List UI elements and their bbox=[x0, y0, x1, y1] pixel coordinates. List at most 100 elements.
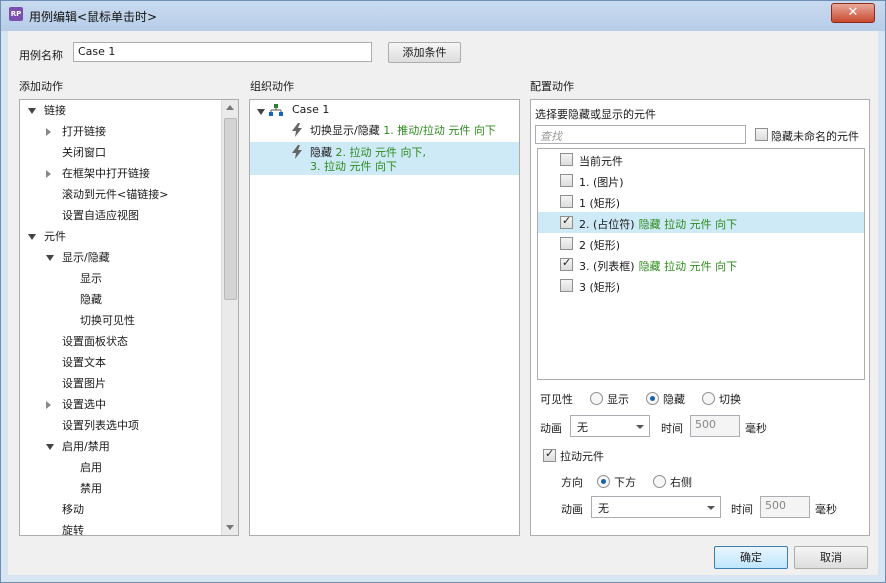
action-verb: 切换显示/隐藏 bbox=[310, 124, 380, 137]
widget-row[interactable]: 1 (矩形) bbox=[538, 191, 864, 212]
radio-selected-dot bbox=[601, 479, 606, 484]
tree-item[interactable]: 启用 bbox=[80, 458, 102, 478]
widget-row[interactable]: 2 (矩形) bbox=[538, 233, 864, 254]
configure-actions-header: 配置动作 bbox=[530, 80, 574, 93]
configure-actions-panel: 选择要隐藏或显示的元件 查找 隐藏未命名的元件 当前元件 1. (图片) 1 (矩形… bbox=[530, 99, 870, 536]
pull-time-input[interactable]: 500 bbox=[760, 496, 810, 518]
widget-row[interactable]: 1. (图片) bbox=[538, 170, 864, 191]
time-label: 时间 bbox=[661, 422, 683, 435]
widget-row[interactable]: 当前元件 bbox=[538, 149, 864, 170]
tree-item[interactable]: 切换可见性 bbox=[80, 311, 135, 331]
animate-select[interactable]: 无 bbox=[570, 415, 650, 437]
tree-item[interactable]: 在框架中打开链接 bbox=[62, 164, 150, 184]
case-name-input[interactable]: Case 1 bbox=[73, 42, 372, 62]
tree-item[interactable]: 设置文本 bbox=[62, 353, 106, 373]
widget-checkbox[interactable] bbox=[560, 279, 573, 292]
widget-checkbox[interactable] bbox=[560, 174, 573, 187]
tree-item[interactable]: 隐藏 bbox=[80, 290, 102, 310]
tree-item[interactable]: 设置选中 bbox=[62, 395, 106, 415]
widget-checkbox[interactable]: ✓ bbox=[560, 214, 573, 229]
case-label[interactable]: Case 1 bbox=[292, 100, 329, 120]
case-name-label: 用例名称 bbox=[19, 49, 63, 62]
hide-unnamed-checkbox[interactable] bbox=[755, 128, 768, 141]
action-hide[interactable]: 隐藏 2. 拉动 元件 向下, 3. 拉动 元件 向下 bbox=[310, 146, 426, 174]
direction-label: 方向 bbox=[561, 476, 583, 489]
collapse-triangle-icon[interactable] bbox=[28, 108, 36, 114]
organize-actions-header: 组织动作 bbox=[250, 80, 294, 93]
widget-row[interactable]: ✓ 3. (列表框) 隐藏 拉动 元件 向下 bbox=[538, 254, 864, 275]
widget-row[interactable]: ✓ 2. (占位符) 隐藏 拉动 元件 向下 bbox=[538, 212, 864, 233]
tree-item[interactable]: 设置图片 bbox=[62, 374, 106, 394]
add-condition-button[interactable]: 添加条件 bbox=[388, 42, 461, 63]
pull-widgets-checkbox[interactable]: ✓ bbox=[543, 447, 556, 462]
widget-name: 2 (矩形) bbox=[579, 239, 621, 252]
widget-checkbox[interactable]: ✓ bbox=[560, 256, 573, 271]
widget-checkbox[interactable] bbox=[560, 153, 573, 166]
tree-item[interactable]: 启用/禁用 bbox=[62, 437, 110, 457]
tree-item[interactable]: 设置自适应视图 bbox=[62, 206, 139, 226]
tree-item[interactable]: 移动 bbox=[62, 500, 84, 520]
close-button[interactable]: ✕ bbox=[831, 3, 875, 23]
case-collapse-icon[interactable] bbox=[257, 109, 265, 115]
tree-item[interactable]: 关闭窗口 bbox=[62, 143, 106, 163]
radio-selected-dot bbox=[650, 396, 655, 401]
ms-label: 毫秒 bbox=[745, 422, 767, 435]
dialog-window: RP 用例编辑<鼠标单击时> ✕ 用例名称 Case 1 添加条件 添加动作 组… bbox=[0, 0, 886, 583]
widget-checkbox[interactable] bbox=[560, 195, 573, 208]
tree-item[interactable]: 滚动到元件<锚链接> bbox=[62, 185, 168, 205]
scroll-up-icon[interactable] bbox=[226, 105, 234, 110]
add-actions-tree[interactable]: 链接 打开链接 关闭窗口 在框架中打开链接 滚动到元件<锚链接> 设置自适应视图 元件 显示/… bbox=[19, 99, 239, 536]
checkmark-icon: ✓ bbox=[545, 447, 555, 460]
action-verb: 隐藏 bbox=[310, 146, 332, 159]
add-actions-header: 添加动作 bbox=[19, 80, 63, 93]
action-detail: 2. 拉动 元件 向下, bbox=[335, 146, 426, 159]
tree-item[interactable]: 设置面板状态 bbox=[62, 332, 128, 352]
widget-search-input[interactable]: 查找 bbox=[535, 125, 746, 144]
expand-triangle-icon[interactable] bbox=[46, 401, 51, 409]
tree-scrollbar[interactable] bbox=[221, 100, 238, 535]
scroll-down-icon[interactable] bbox=[226, 525, 234, 530]
widget-label: 3. (列表框) 隐藏 拉动 元件 向下 bbox=[579, 258, 737, 274]
widget-name: 1 (矩形) bbox=[579, 197, 621, 210]
tree-item[interactable]: 旋转 bbox=[62, 521, 84, 535]
tree-item[interactable]: 打开链接 bbox=[62, 122, 106, 142]
widget-name: 当前元件 bbox=[579, 155, 623, 168]
action-toggle-visibility[interactable]: 切换显示/隐藏 1. 推动/拉动 元件 向下 bbox=[310, 121, 496, 141]
collapse-triangle-icon[interactable] bbox=[28, 234, 36, 240]
tree-item[interactable]: 显示 bbox=[80, 269, 102, 289]
pull-ms-label: 毫秒 bbox=[815, 503, 837, 516]
tree-item[interactable]: 禁用 bbox=[80, 479, 102, 499]
pull-time-label: 时间 bbox=[731, 503, 753, 516]
tree-item[interactable]: 元件 bbox=[44, 227, 66, 247]
direction-right-label: 右侧 bbox=[670, 476, 692, 489]
scroll-thumb[interactable] bbox=[224, 118, 237, 300]
animate-value: 无 bbox=[577, 421, 588, 434]
widget-label: 2. (占位符) 隐藏 拉动 元件 向下 bbox=[579, 216, 737, 232]
widget-action-note: 隐藏 拉动 元件 向下 bbox=[638, 218, 738, 231]
widget-list[interactable]: 当前元件 1. (图片) 1 (矩形) ✓ 2. (占位符) 隐藏 拉动 元件 向下 2 (… bbox=[537, 148, 865, 380]
direction-right-radio[interactable] bbox=[653, 475, 666, 488]
collapse-triangle-icon[interactable] bbox=[46, 444, 54, 450]
collapse-triangle-icon[interactable] bbox=[46, 255, 54, 261]
direction-down-radio[interactable] bbox=[597, 475, 610, 488]
title-bar[interactable]: RP 用例编辑<鼠标单击时> ✕ bbox=[1, 1, 885, 31]
tree-item[interactable]: 显示/隐藏 bbox=[62, 248, 110, 268]
tree-item[interactable]: 链接 bbox=[44, 101, 66, 121]
cancel-button[interactable]: 取消 bbox=[794, 546, 868, 569]
expand-triangle-icon[interactable] bbox=[46, 128, 51, 136]
hide-unnamed-label: 隐藏未命名的元件 bbox=[771, 130, 859, 143]
ok-button[interactable]: 确定 bbox=[714, 546, 788, 569]
visibility-show-radio[interactable] bbox=[590, 392, 603, 405]
pull-widgets-label: 拉动元件 bbox=[560, 450, 604, 463]
expand-triangle-icon[interactable] bbox=[46, 170, 51, 178]
tree-item[interactable]: 设置列表选中项 bbox=[62, 416, 139, 436]
widget-row[interactable]: 3 (矩形) bbox=[538, 275, 864, 296]
visibility-toggle-radio[interactable] bbox=[702, 392, 715, 405]
organize-actions-panel[interactable]: Case 1 切换显示/隐藏 1. 推动/拉动 元件 向下 隐藏 2. 拉动 元… bbox=[249, 99, 520, 536]
visibility-hide-radio[interactable] bbox=[646, 392, 659, 405]
action-bolt-icon bbox=[292, 145, 302, 159]
widget-label: 1. (图片) bbox=[579, 174, 624, 190]
time-input[interactable]: 500 bbox=[690, 415, 740, 437]
widget-checkbox[interactable] bbox=[560, 237, 573, 250]
pull-animate-select[interactable]: 无 bbox=[591, 496, 721, 518]
